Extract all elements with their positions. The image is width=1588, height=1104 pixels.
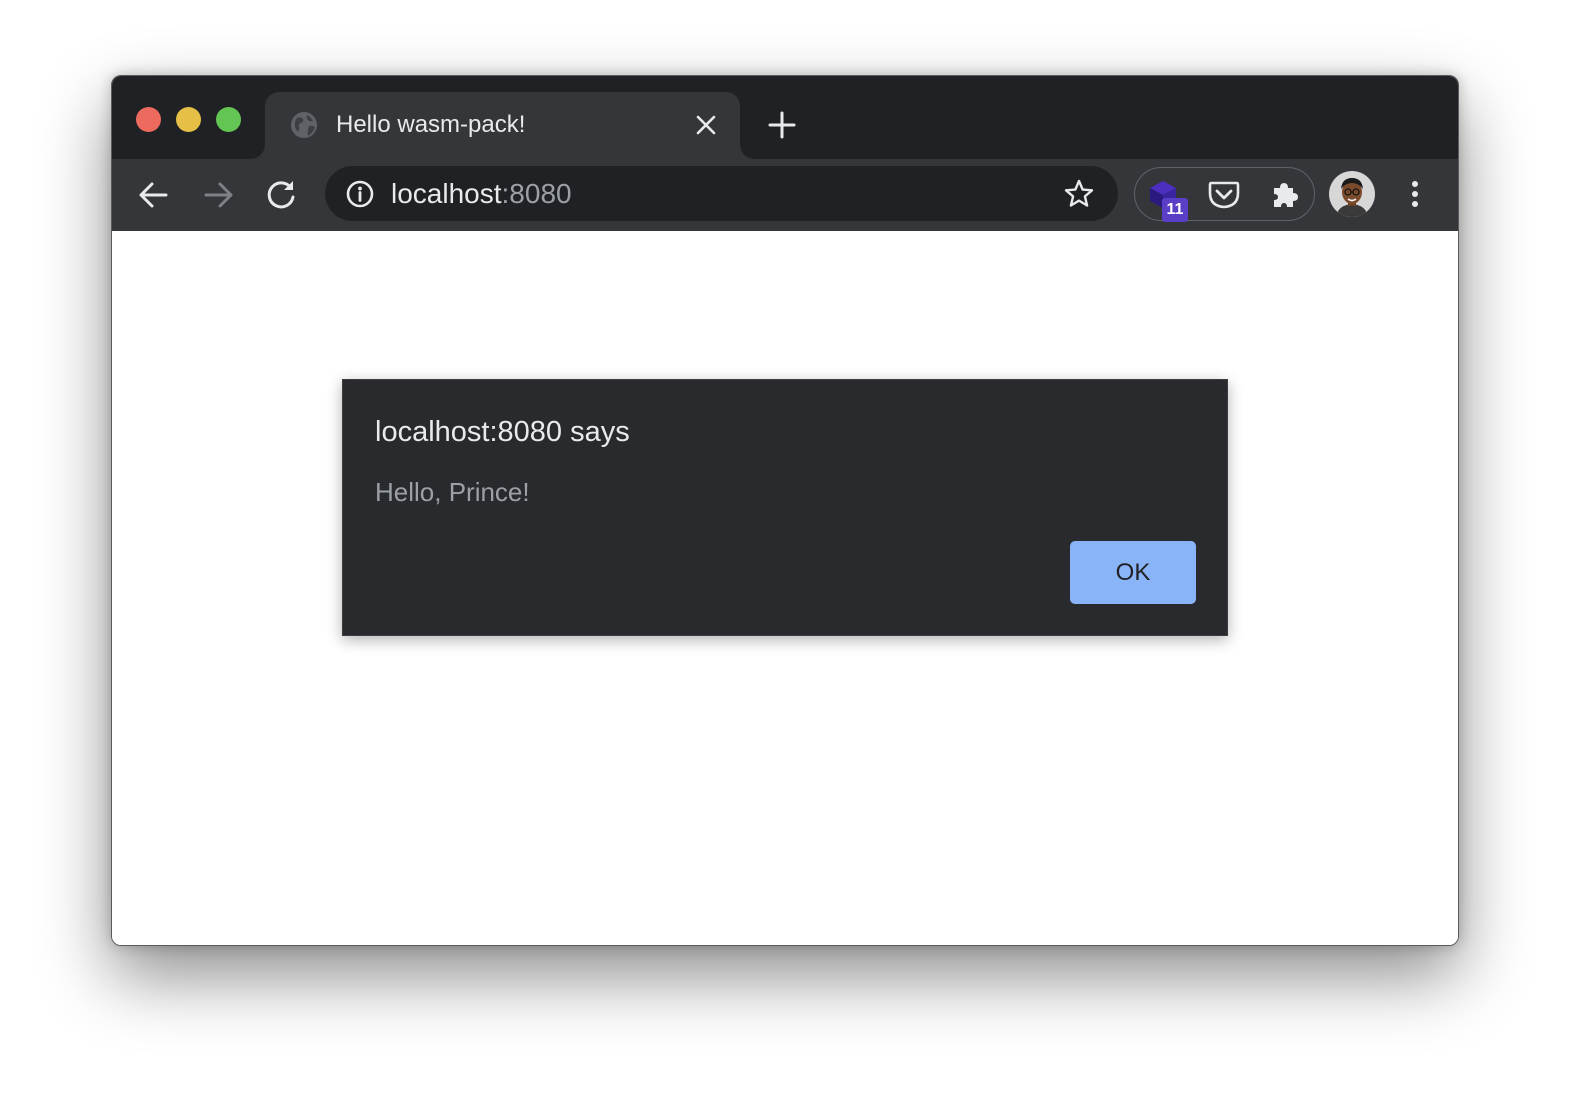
close-tab-icon[interactable] [693,112,719,138]
title-bar: Hello wasm-pack! [112,76,1458,159]
url-port: :8080 [501,178,572,209]
dialog-message: Hello, Prince! [375,477,530,507]
tab-title: Hello wasm-pack! [336,111,526,138]
maximize-window-button[interactable] [216,107,241,132]
arrow-right-icon[interactable] [200,177,236,213]
page-content: localhost:8080 says Hello, Prince! OK [112,231,1458,945]
arrow-left-icon[interactable] [136,177,172,213]
dialog-title: localhost:8080 says [375,416,630,448]
tab-hello-wasm-pack[interactable]: Hello wasm-pack! [251,92,754,159]
alert-dialog: localhost:8080 says Hello, Prince! OK [342,379,1228,636]
minimize-window-button[interactable] [176,107,201,132]
reload-icon[interactable] [263,177,299,213]
ok-button[interactable]: OK [1070,541,1196,604]
address-bar[interactable]: localhost:8080 [325,166,1118,221]
toolbar: localhost:8080 11 [112,159,1458,231]
info-icon[interactable] [345,179,375,209]
close-window-button[interactable] [136,107,161,132]
star-icon[interactable] [1063,178,1095,210]
profile-avatar[interactable] [1329,171,1375,217]
kebab-menu-icon[interactable] [1398,177,1432,211]
globe-icon [289,110,319,140]
new-tab-icon[interactable] [767,110,797,140]
puzzle-icon[interactable] [1269,178,1301,210]
browser-window: Hello wasm-pack! localhost:8080 11 local… [111,75,1459,946]
url-text: localhost:8080 [391,178,572,210]
extension-badge: 11 [1162,198,1188,222]
pocket-icon[interactable] [1207,179,1241,211]
url-host: localhost [391,178,502,209]
extensions-group: 11 [1134,167,1315,222]
